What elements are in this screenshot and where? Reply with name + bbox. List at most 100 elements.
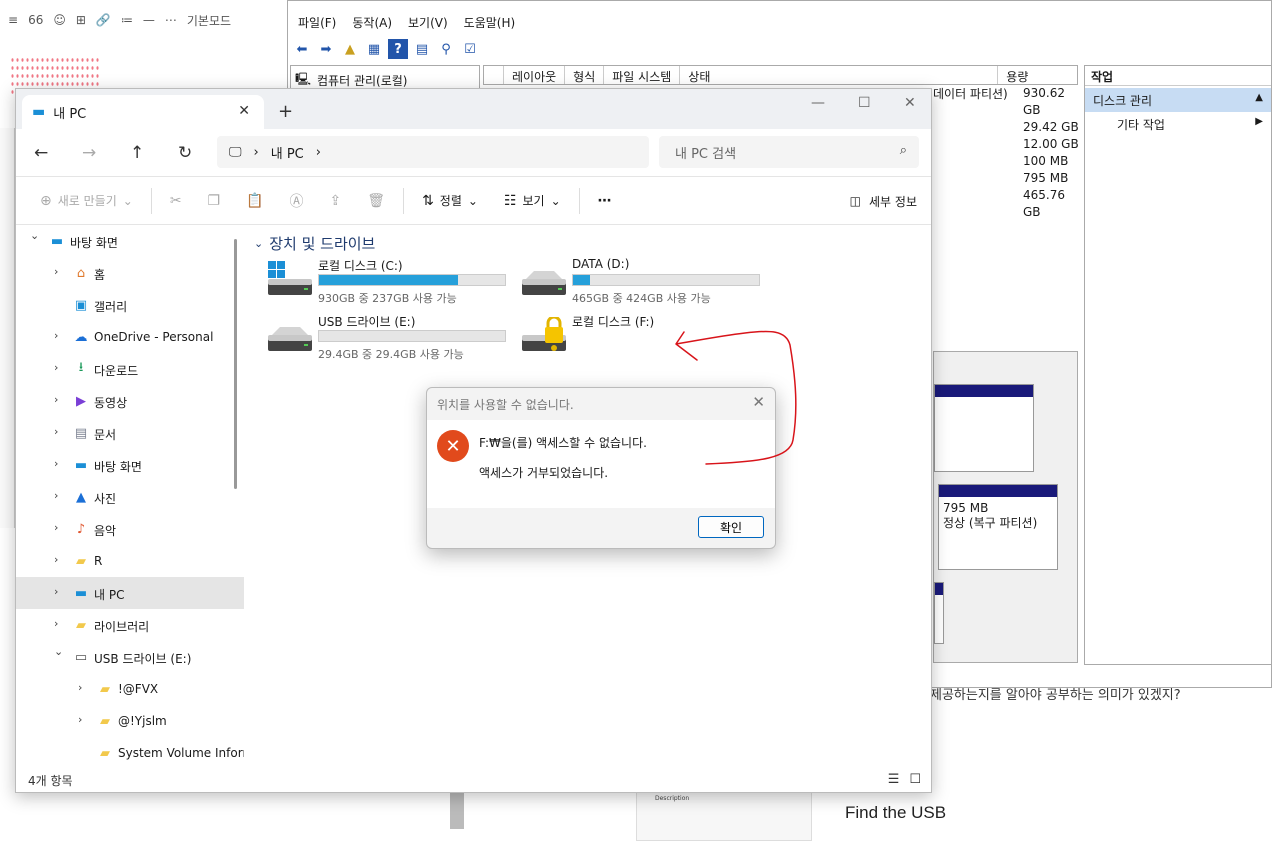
back-arrow-icon[interactable]: ⬅ [292,39,312,59]
menu-help[interactable]: 도움말(H) [464,14,516,31]
breadcrumb-this-pc[interactable]: 내 PC [271,143,304,162]
editor-toolbar-item[interactable]: ≔ [121,13,133,27]
menu-view[interactable]: 보기(V) [408,14,448,31]
column-type[interactable]: 형식 [565,66,605,84]
recovery-volume-block[interactable]: 795 MB 정상 (복구 파티션) [938,484,1058,570]
column-capacity[interactable]: 용량 [998,66,1036,84]
navigation-pane-scrollbar[interactable] [234,239,237,489]
copy-button[interactable]: ❐ [200,185,229,217]
sidebar-item[interactable]: › ▬ 내 PC [16,577,244,609]
show-tree-icon[interactable]: ▦ [364,39,384,59]
sidebar-item[interactable]: › ▰ R [16,545,244,577]
menu-file[interactable]: 파일(F) [298,14,336,31]
tiles-view-icon[interactable]: ☐ [909,772,921,787]
back-icon[interactable]: ← [34,143,48,163]
rename-button[interactable]: Ⓐ [282,185,312,217]
details-view-icon[interactable]: ☰ [888,772,900,787]
sidebar-item[interactable]: › ▰ !@FVX [16,673,244,705]
group-header[interactable]: ⌄ 장치 및 드라이브 [254,233,375,254]
chevron-down-icon[interactable]: ⌄ [30,229,39,242]
editor-toolbar-item[interactable]: — [143,13,155,27]
share-button[interactable]: ⇪ [322,185,350,217]
tab-this-pc[interactable]: ▬ 내 PC ✕ [22,95,264,129]
drive-tile[interactable]: USB 드라이브 (E:) 29.4GB 중 29.4GB 사용 가능 [268,313,518,363]
sidebar-item[interactable]: › ⭳ 다운로드 [16,353,244,385]
delete-button[interactable]: 🗑 [359,185,393,217]
chevron-right-icon[interactable]: › [78,713,82,726]
chevron-right-icon[interactable]: › [254,145,259,160]
view-button[interactable]: ☷ 보기 ⌄ [496,185,569,217]
sidebar-item[interactable]: › ☁ OneDrive - Personal [16,321,244,353]
column-filesystem[interactable]: 파일 시스템 [604,66,681,84]
sidebar-item[interactable]: › ▶ 동영상 [16,385,244,417]
up-folder-icon[interactable]: ▲ [340,39,360,59]
volume-block[interactable] [934,384,1034,472]
sidebar-item[interactable]: › ▰ @!Yjslm [16,705,244,737]
column-layout[interactable]: 레이아웃 [504,66,566,84]
chevron-right-icon[interactable]: › [54,489,58,502]
editor-scrollbar[interactable] [450,793,464,829]
editor-toolbar-item[interactable]: ☺ [53,13,66,27]
editor-toolbar-item[interactable]: 🔗 [96,13,111,27]
paste-button[interactable]: 📋 [238,185,271,217]
maximize-icon[interactable]: ☐ [858,95,871,111]
sidebar-item[interactable]: › ♪ 음악 [16,513,244,545]
sort-button[interactable]: ⇅ 정렬 ⌄ [414,185,486,217]
sidebar-item[interactable]: › ⌂ 홈 [16,257,244,289]
close-window-icon[interactable]: ✕ [904,95,916,111]
drive-tile[interactable]: DATA (D:) 465GB 중 424GB 사용 가능 [522,257,772,307]
drive-tile[interactable]: 로컬 디스크 (F:) [522,313,772,363]
chevron-right-icon[interactable]: › [54,361,58,374]
sidebar-item[interactable]: ▣ 갤러리 [16,289,244,321]
sidebar-item[interactable]: ⌄ ▬ 바탕 화면 [16,225,244,257]
sidebar-item[interactable]: › ▤ 문서 [16,417,244,449]
new-button[interactable]: ⊕ 새로 만들기 ⌄ [32,185,141,217]
editor-toolbar-item[interactable]: ≡ [8,13,18,27]
search-input[interactable]: 내 PC 검색 ⌕ [659,136,919,168]
close-icon[interactable]: ✕ [752,393,765,411]
chevron-right-icon[interactable]: › [54,617,58,630]
sidebar-item[interactable]: ⌄ ▭ USB 드라이브 (E:) [16,641,244,673]
minimize-icon[interactable]: — [811,95,825,111]
chevron-down-icon[interactable]: ⌄ [54,645,63,658]
action-more-actions[interactable]: 기타 작업 ▶ [1085,112,1271,134]
forward-icon[interactable]: → [82,143,96,163]
action-disk-management[interactable]: 디스크 관리 ▲ [1085,88,1271,112]
ok-button[interactable]: 확인 [698,516,764,538]
chevron-right-icon[interactable]: › [54,329,58,342]
editor-toolbar-item[interactable]: 66 [28,13,43,27]
volume-block[interactable] [934,582,944,644]
sidebar-item[interactable]: › ▬ 바탕 화면 [16,449,244,481]
refresh-icon[interactable]: ↻ [178,143,192,163]
more-options-button[interactable]: ⋯ [590,185,620,217]
help-icon[interactable]: ? [388,39,408,59]
new-tab-icon[interactable]: + [278,101,293,122]
chevron-right-icon[interactable]: › [54,425,58,438]
sidebar-item[interactable]: ▰ System Volume Informati [16,737,244,769]
chevron-right-icon[interactable]: › [54,265,58,278]
rescan-icon[interactable]: ☑ [460,39,480,59]
forward-arrow-icon[interactable]: ➡ [316,39,336,59]
drive-tile[interactable]: 로컬 디스크 (C:) 930GB 중 237GB 사용 가능 [268,257,518,307]
properties-icon[interactable]: ▤ [412,39,432,59]
editor-toolbar-item[interactable]: ⊞ [76,13,86,27]
sidebar-item[interactable]: › ▲ 사진 [16,481,244,513]
sidebar-item[interactable]: › ▰ 라이브러리 [16,609,244,641]
connect-icon[interactable]: ⚲ [436,39,456,59]
chevron-right-icon[interactable]: › [54,553,58,566]
column-status[interactable]: 상태 [680,66,999,84]
up-icon[interactable]: ↑ [130,143,144,163]
chevron-right-icon[interactable]: › [54,521,58,534]
editor-toolbar-item[interactable]: ⋯ [165,13,177,27]
address-bar[interactable]: 🖵 › 내 PC › [217,136,649,168]
chevron-right-icon[interactable]: › [54,585,58,598]
chevron-right-icon[interactable]: › [316,145,321,160]
cut-button[interactable]: ✂ [162,185,190,217]
chevron-right-icon[interactable]: › [54,393,58,406]
menu-action[interactable]: 동작(A) [352,14,392,31]
details-pane-button[interactable]: ◫ 세부 정보 [850,185,917,217]
chevron-right-icon[interactable]: › [78,681,82,694]
editor-toolbar-item[interactable]: 기본모드 [187,12,231,29]
chevron-right-icon[interactable]: › [54,457,58,470]
close-tab-icon[interactable]: ✕ [238,103,250,119]
